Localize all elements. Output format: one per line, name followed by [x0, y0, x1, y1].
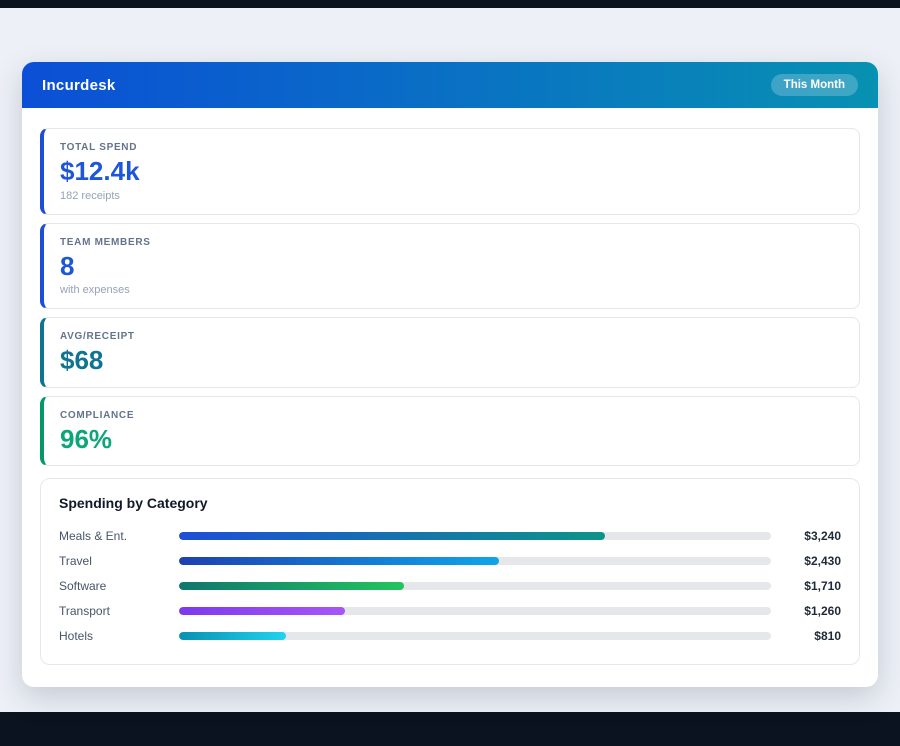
- bar-track: [179, 632, 771, 640]
- app-title: Incurdesk: [42, 77, 116, 94]
- stat-card-compliance: COMPLIANCE 96%: [40, 396, 860, 467]
- category-label: Meals & Ent.: [59, 529, 179, 543]
- category-amount: $3,240: [771, 529, 841, 543]
- bar-fill-transport: [179, 607, 345, 615]
- bar-track: [179, 557, 771, 565]
- category-label: Software: [59, 579, 179, 593]
- bar-fill-meals: [179, 532, 605, 540]
- category-amount: $1,260: [771, 604, 841, 618]
- stat-subtext: 182 receipts: [60, 190, 843, 202]
- category-row-hotels: Hotels $810: [59, 623, 841, 648]
- app-header: Incurdesk This Month: [22, 62, 878, 108]
- app-body: TOTAL SPEND $12.4k 182 receipts TEAM MEM…: [22, 108, 878, 687]
- stat-value: $12.4k: [60, 157, 843, 186]
- spending-title: Spending by Category: [59, 495, 841, 511]
- category-amount: $2,430: [771, 554, 841, 568]
- bar-fill-software: [179, 582, 404, 590]
- stat-value: 96%: [60, 425, 843, 454]
- category-label: Travel: [59, 554, 179, 568]
- bar-track: [179, 582, 771, 590]
- stat-card-team-members: TEAM MEMBERS 8 with expenses: [40, 223, 860, 310]
- stat-label: TOTAL SPEND: [60, 142, 843, 153]
- category-amount: $1,710: [771, 579, 841, 593]
- stat-subtext: with expenses: [60, 284, 843, 296]
- stat-card-total-spend: TOTAL SPEND $12.4k 182 receipts: [40, 128, 860, 215]
- category-row-meals: Meals & Ent. $3,240: [59, 523, 841, 548]
- category-label: Transport: [59, 604, 179, 618]
- stat-label: AVG/RECEIPT: [60, 331, 843, 342]
- bar-fill-travel: [179, 557, 499, 565]
- bar-track: [179, 607, 771, 615]
- stat-card-avg-receipt: AVG/RECEIPT $68: [40, 317, 860, 388]
- incurdesk-dashboard-card: Incurdesk This Month TOTAL SPEND $12.4k …: [22, 62, 878, 687]
- stat-value: $68: [60, 346, 843, 375]
- stat-label: COMPLIANCE: [60, 410, 843, 421]
- this-month-badge[interactable]: This Month: [771, 74, 858, 96]
- category-label: Hotels: [59, 629, 179, 643]
- stat-value: 8: [60, 252, 843, 281]
- bar-fill-hotels: [179, 632, 286, 640]
- bar-track: [179, 532, 771, 540]
- category-row-transport: Transport $1,260: [59, 598, 841, 623]
- category-amount: $810: [771, 629, 841, 643]
- stat-label: TEAM MEMBERS: [60, 237, 843, 248]
- category-row-travel: Travel $2,430: [59, 548, 841, 573]
- category-row-software: Software $1,710: [59, 573, 841, 598]
- spending-by-category-card: Spending by Category Meals & Ent. $3,240…: [40, 478, 860, 665]
